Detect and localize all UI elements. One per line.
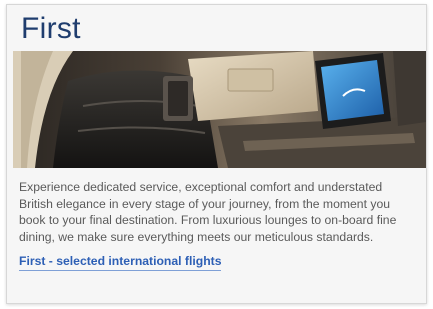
selected-flights-link[interactable]: First - selected international flights (19, 253, 222, 271)
first-class-card: First Experience dedicated service, exce… (6, 4, 427, 304)
page-title: First (21, 12, 81, 45)
cabin-photo (13, 51, 426, 168)
description-text: Experience dedicated service, exceptiona… (19, 180, 397, 244)
